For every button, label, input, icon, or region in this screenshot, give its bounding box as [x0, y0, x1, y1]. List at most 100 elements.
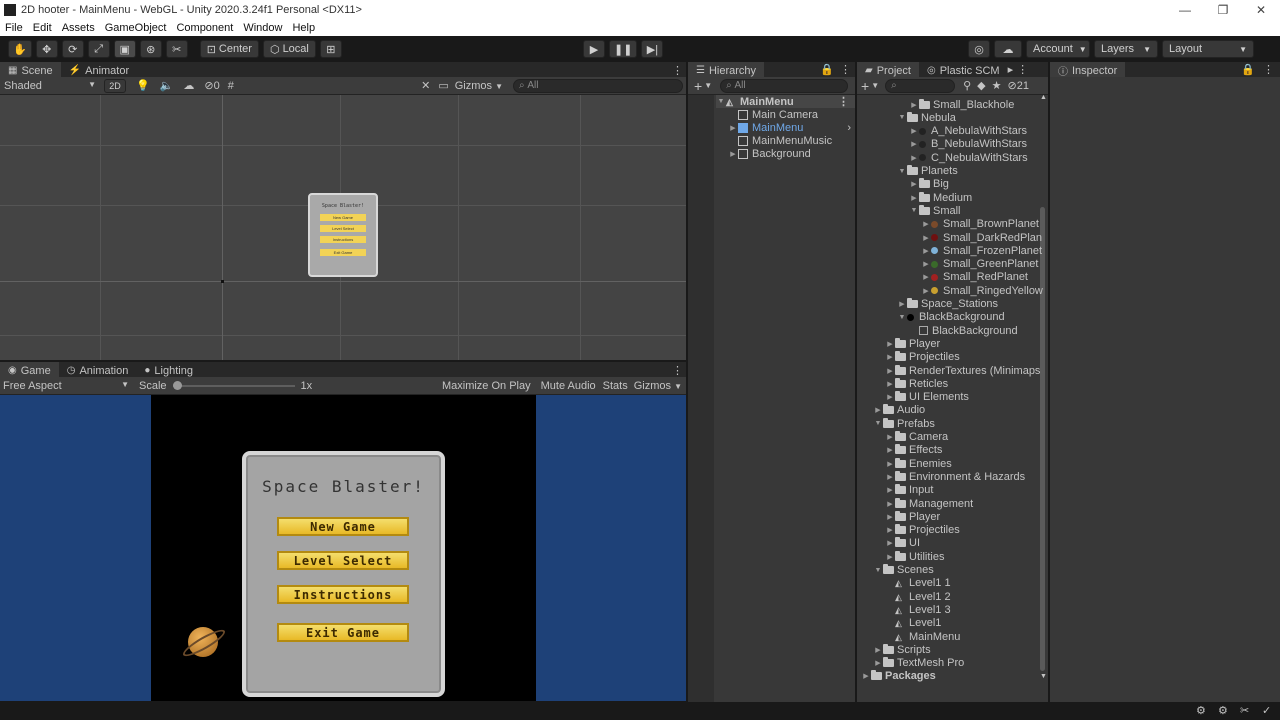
pivot-local-button[interactable]: ⬡ Local [262, 40, 316, 58]
chevron-right-icon[interactable]: ▶ [921, 247, 931, 255]
chevron-down-icon[interactable]: ▼ [704, 81, 712, 90]
chevron-right-icon[interactable]: ▶ [885, 433, 895, 441]
camera-icon[interactable]: ▭ [438, 79, 448, 92]
chevron-down-icon[interactable]: ▼ [871, 81, 879, 90]
rect-tool-icon[interactable]: ▣ [113, 40, 136, 58]
kebab-menu-icon[interactable]: ⋮ [1263, 63, 1274, 76]
project-tree-row[interactable]: ▶ UI [885, 537, 920, 550]
chevron-right-icon[interactable]: ▶ [873, 406, 883, 414]
project-tree-row[interactable]: ▶ Small_FrozenPlanet [921, 244, 1042, 257]
maximize-on-play-toggle[interactable]: Maximize On Play [442, 380, 531, 392]
hierarchy-scene-row[interactable]: ▼ ◭ MainMenu ⋮ [716, 95, 855, 108]
chevron-down-icon[interactable]: ▼ [897, 168, 907, 175]
chevron-right-icon[interactable]: ▶ [909, 140, 919, 148]
account-dropdown[interactable]: Account ▼ [1026, 40, 1090, 58]
chevron-right-icon[interactable]: ▶ [921, 287, 931, 295]
chevron-right-icon[interactable]: ▶ [909, 101, 919, 109]
project-tree-row[interactable]: ▶ Scripts [873, 643, 931, 656]
grid-icon[interactable]: # [228, 80, 234, 92]
project-tree-row[interactable]: ▶ Environment & Hazards [885, 470, 1025, 483]
instructions-button[interactable]: Instructions [277, 585, 409, 604]
grid-snap-icon[interactable]: ⊞ [319, 40, 342, 58]
project-tree-row[interactable]: ▶ Small_RedPlanet [921, 271, 1028, 284]
project-tree-row[interactable]: ◭ Level1 [885, 617, 941, 630]
bug-icon[interactable]: ⚙ [1196, 704, 1206, 717]
chevron-right-icon[interactable]: ▶ [861, 672, 871, 680]
project-tree-row[interactable]: ▶ Small_DarkRedPlan [921, 231, 1042, 244]
chevron-right-icon[interactable]: ▶ [873, 659, 883, 667]
project-tree-row[interactable]: ▶ Utilities [885, 550, 944, 563]
scale-slider-thumb[interactable] [172, 380, 182, 390]
project-tree-row[interactable]: ▼ Prefabs [873, 417, 935, 430]
project-tree-row[interactable]: ▼ BlackBackground [897, 311, 1005, 324]
project-tree-row[interactable]: ▼ Small [909, 204, 961, 217]
hidden-icon[interactable]: ⊘ [204, 79, 213, 92]
layout-dropdown[interactable]: Layout ▼ [1162, 40, 1254, 58]
scroll-down-icon[interactable]: ▼ [1040, 673, 1047, 680]
chevron-right-icon[interactable]: ▶ [885, 460, 895, 468]
chevron-right-icon[interactable]: ▶ [921, 260, 931, 268]
chevron-right-icon[interactable]: ▶ [885, 553, 895, 561]
project-tree-row[interactable]: ▶ UI Elements [885, 391, 969, 404]
project-tree-row[interactable]: ◭ Level1 2 [885, 590, 951, 603]
chevron-right-icon[interactable]: ▶ [885, 446, 895, 454]
project-tree-row[interactable]: ▶ A_NebulaWithStars [909, 125, 1027, 138]
project-tree-row[interactable]: ◭ Level1 1 [885, 577, 951, 590]
maximize-button[interactable]: ❐ [1204, 3, 1242, 17]
aspect-dropdown[interactable]: Free Aspect ▼ [0, 380, 133, 392]
chevron-right-icon[interactable]: ▶ [885, 473, 895, 481]
cache-icon[interactable]: ⚙ [1218, 704, 1228, 717]
project-tree-row[interactable]: ▶ Enemies [885, 457, 952, 470]
check-icon[interactable]: ✓ [1262, 704, 1271, 717]
project-tree-row[interactable]: ▼ Planets [897, 165, 958, 178]
chevron-right-icon[interactable]: ▶ [909, 180, 919, 188]
move-tool-icon[interactable]: ✥ [35, 40, 58, 58]
chevron-right-icon[interactable]: ▶ [885, 380, 895, 388]
scene-viewport[interactable]: Space Blaster! New Game Level Select Ins… [0, 95, 686, 360]
project-tree-row[interactable]: ▶ Audio [873, 404, 925, 417]
hierarchy-item[interactable]: ▶ MainMenu › [728, 121, 855, 134]
layers-dropdown[interactable]: Layers ▼ [1094, 40, 1158, 58]
project-tree-row[interactable]: ▶ Management [885, 497, 973, 510]
chevron-right-icon[interactable]: ▶ [921, 220, 931, 228]
project-tree-row[interactable]: ▼ Nebula [897, 111, 956, 124]
project-tree-row[interactable]: ▶ Player [885, 337, 940, 350]
scale-tool-icon[interactable]: ⤢ [87, 40, 110, 58]
chevron-right-icon[interactable]: ▶ [885, 513, 895, 521]
project-tree-row[interactable]: ▶ RenderTextures (Minimaps [885, 364, 1040, 377]
project-tree-row[interactable]: ▶ Medium [909, 191, 972, 204]
pause-button[interactable]: ❚❚ [609, 40, 638, 58]
chevron-right-icon[interactable]: ▶ [909, 154, 919, 162]
step-button[interactable]: ▶| [641, 40, 664, 58]
project-tree-row[interactable]: ▶ Reticles [885, 377, 948, 390]
scene-menu-preview[interactable]: Space Blaster! New Game Level Select Ins… [308, 193, 378, 277]
lock-icon[interactable]: 🔒 [1241, 63, 1255, 76]
menu-window[interactable]: Window [238, 22, 287, 34]
filter-type-icon[interactable]: ⚲ [963, 79, 971, 92]
chevron-right-icon[interactable]: ▶ [885, 486, 895, 494]
custom-tool-icon[interactable]: ✂ [165, 40, 188, 58]
star-icon[interactable]: ★ [992, 79, 1002, 92]
project-tree-row[interactable]: ◭ Level1 3 [885, 603, 951, 616]
project-tree-row[interactable]: ▶ Small_BrownPlanet [921, 218, 1039, 231]
stats-toggle[interactable]: Stats [603, 380, 628, 392]
chevron-right-icon[interactable]: ▶ [885, 353, 895, 361]
scene-search-input[interactable]: ⌕ All [513, 78, 683, 93]
project-tree-row[interactable]: ▶ Input [885, 484, 933, 497]
chevron-down-icon[interactable]: ▼ [897, 314, 907, 321]
chevron-right-icon[interactable]: ▶ [897, 300, 907, 308]
kebab-menu-icon[interactable]: ⋮ [840, 63, 851, 76]
lock-icon[interactable]: 🔒 [820, 63, 834, 76]
project-tree-row[interactable]: ▶ Space_Stations [897, 298, 998, 311]
lighting-icon[interactable]: 💡 [136, 79, 150, 92]
chevron-right-icon[interactable]: ▶ [885, 526, 895, 534]
project-tree-row[interactable]: ▼ Scenes [873, 564, 934, 577]
chevron-right-icon[interactable]: › [847, 122, 851, 134]
project-tree-row[interactable]: ▶ Small_Blackhole [909, 98, 1014, 111]
minimize-button[interactable]: — [1166, 3, 1204, 17]
chevron-down-icon[interactable]: ▼ [873, 567, 883, 574]
project-search-input[interactable]: ⌕ [885, 78, 956, 93]
project-tree-row[interactable]: ▶ Projectiles [885, 524, 960, 537]
collab-icon[interactable]: ◎ [968, 40, 990, 58]
game-viewport[interactable]: Space Blaster! New Game Level Select Ins… [0, 395, 686, 701]
